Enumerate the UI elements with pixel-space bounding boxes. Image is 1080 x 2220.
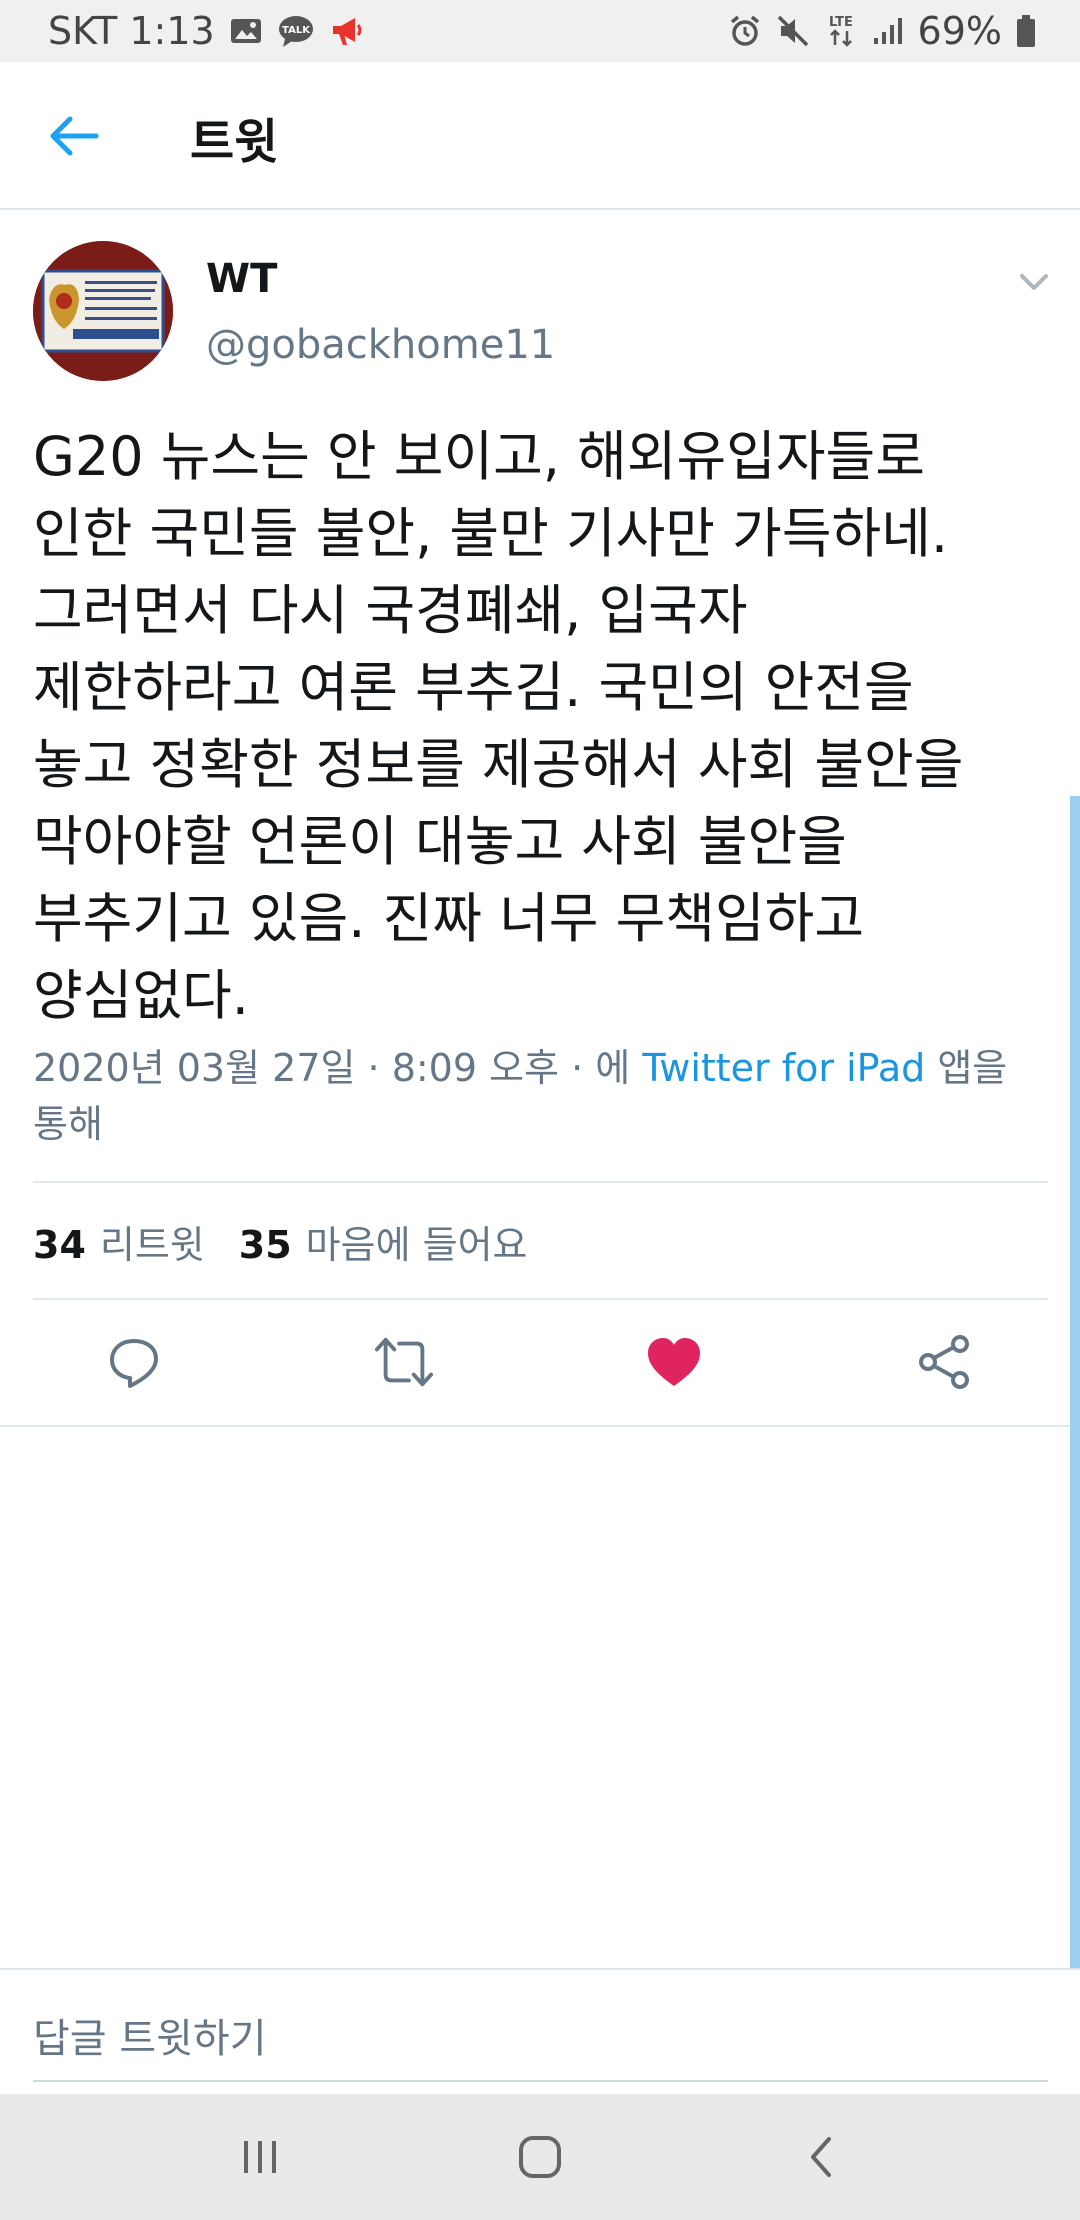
- status-bar: SKT 1:13 TALK LTE 69%: [0, 0, 1080, 62]
- like-stat[interactable]: 35 마음에 들어요: [239, 1214, 528, 1269]
- battery-icon: [1016, 14, 1036, 48]
- retweet-stat[interactable]: 34 리트윗: [33, 1214, 205, 1269]
- lte-icon: LTE: [824, 13, 858, 49]
- tweet-text-line: 양심없다.: [33, 964, 249, 1027]
- alarm-icon: [728, 14, 762, 48]
- status-bar-right: LTE 69%: [728, 9, 1036, 53]
- page-title: 트윗: [190, 114, 279, 170]
- back-nav-button[interactable]: [792, 2132, 852, 2182]
- timestamp-suffix-2: 통해: [33, 1102, 103, 1146]
- author-handle[interactable]: @gobackhome11: [206, 322, 555, 368]
- back-button[interactable]: [44, 108, 104, 164]
- reply-icon: [110, 1339, 158, 1388]
- megaphone-icon: [329, 15, 365, 47]
- reply-button[interactable]: [104, 1332, 164, 1392]
- gallery-icon: [229, 16, 263, 46]
- reply-underline: [33, 2080, 1048, 2082]
- retweet-button[interactable]: [374, 1332, 434, 1392]
- svg-text:LTE: LTE: [829, 15, 853, 30]
- tweet-text-line: 그러면서 다시 국경폐쇄, 입국자: [33, 579, 748, 642]
- tweet-text-line: 놓고 정확한 정보를 제공해서 사회 불안을: [33, 733, 964, 796]
- tweet-text-line: 막아야할 언론이 대놓고 사회 불안을: [33, 810, 847, 873]
- avatar[interactable]: [33, 241, 173, 381]
- like-label: 마음에 들어요: [305, 1223, 528, 1267]
- retweet-label: 리트윗: [99, 1223, 205, 1267]
- signal-icon: [872, 16, 904, 46]
- scrollbar[interactable]: [1070, 796, 1080, 1968]
- system-nav-bar: [0, 2094, 1080, 2220]
- tweet-text-line: G20 뉴스는 안 보이고, 해외유입자들로: [33, 425, 925, 488]
- share-button[interactable]: [914, 1332, 974, 1392]
- like-icon: [648, 1338, 700, 1386]
- status-bar-left: SKT 1:13 TALK: [48, 9, 365, 53]
- home-button[interactable]: [510, 2132, 570, 2182]
- back-nav-icon: [811, 2137, 831, 2177]
- svg-text:TALK: TALK: [282, 25, 311, 36]
- recents-icon: [244, 2141, 276, 2173]
- reply-composer[interactable]: 답글 트윗하기: [0, 1968, 1080, 2094]
- divider: [33, 1181, 1048, 1183]
- tweet-detail-screen: SKT 1:13 TALK LTE 69% 트윗 WT @gobackhome1…: [0, 0, 1080, 2220]
- retweet-count: 34: [33, 1223, 86, 1267]
- tweet-text: G20 뉴스는 안 보이고, 해외유입자들로 인한 국민들 불안, 불만 기사만…: [33, 418, 1043, 1034]
- app-bar: 트윗: [0, 62, 1080, 210]
- tweet-timestamp: 2020년 03월 27일 · 8:09 오후 · 에 Twitter for …: [33, 1040, 1053, 1152]
- source-link[interactable]: Twitter for iPad: [642, 1046, 925, 1090]
- tweet-menu-button[interactable]: [1014, 264, 1054, 300]
- recents-button[interactable]: [230, 2132, 290, 2182]
- like-count: 35: [238, 1223, 292, 1267]
- tweet-text-line: 부추기고 있음. 진짜 너무 무책임하고: [33, 887, 865, 950]
- divider: [33, 1298, 1048, 1300]
- mute-icon: [776, 14, 810, 48]
- timestamp-text: 2020년 03월 27일 · 8:09 오후 · 에: [33, 1046, 643, 1090]
- arrow-left-icon: [50, 116, 99, 156]
- share-icon: [919, 1335, 969, 1389]
- carrier-time: SKT 1:13: [48, 9, 215, 53]
- chevron-down-icon: [1020, 274, 1048, 290]
- tweet-text-line: 인한 국민들 불안, 불만 기사만 가득하네.: [33, 502, 949, 565]
- retweet-icon: [374, 1337, 434, 1387]
- tweet-stats: 34 리트윗 35 마음에 들어요: [33, 1214, 528, 1269]
- author-name[interactable]: WT: [206, 256, 277, 302]
- home-icon: [519, 2136, 561, 2178]
- reply-placeholder[interactable]: 답글 트윗하기: [33, 2006, 267, 2064]
- tweet-text-line: 제한하라고 여론 부추김. 국민의 안전을: [33, 656, 914, 719]
- divider: [0, 1425, 1080, 1427]
- battery-percent: 69%: [917, 9, 1002, 53]
- like-button[interactable]: [644, 1332, 704, 1392]
- timestamp-suffix: 앱을: [925, 1046, 1008, 1090]
- talk-icon: TALK: [277, 14, 315, 48]
